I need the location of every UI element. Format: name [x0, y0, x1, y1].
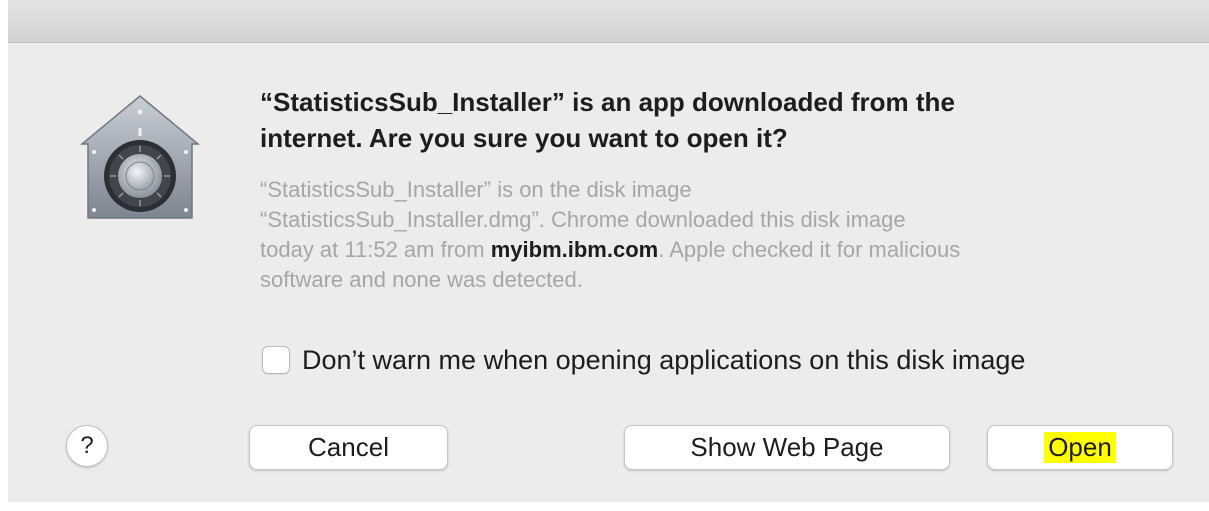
dialog-window: “StatisticsSub_Installer” is an app down…	[8, 0, 1209, 511]
help-button[interactable]: ?	[66, 425, 108, 467]
dialog-message: “StatisticsSub_Installer” is on the disk…	[260, 175, 1180, 295]
message-line-1: “StatisticsSub_Installer” is on the disk…	[260, 177, 692, 202]
help-icon: ?	[80, 432, 94, 459]
message-line-4: software and none was detected.	[260, 267, 583, 292]
cancel-button[interactable]: Cancel	[249, 425, 448, 470]
message-line-3-suffix: . Apple checked it for malicious	[658, 237, 961, 262]
message-line-3-prefix: today at 11:52 am from	[260, 237, 491, 262]
headline-line-1: “StatisticsSub_Installer” is an app down…	[260, 87, 955, 117]
show-web-page-button-label: Show Web Page	[690, 432, 884, 462]
dont-warn-option[interactable]: Don’t warn me when opening applications …	[262, 343, 1025, 377]
message-line-3: today at 11:52 am from myibm.ibm.com. Ap…	[260, 235, 1180, 265]
open-button[interactable]: Open	[987, 425, 1173, 470]
show-web-page-button[interactable]: Show Web Page	[624, 425, 950, 470]
headline-line-2: internet. Are you sure you want to open …	[260, 123, 788, 153]
gatekeeper-vault-icon	[79, 95, 201, 219]
dialog-headline: “StatisticsSub_Installer” is an app down…	[260, 84, 1160, 156]
title-bar	[8, 0, 1209, 43]
dont-warn-label[interactable]: Don’t warn me when opening applications …	[302, 345, 1025, 376]
window-bottom-edge	[8, 502, 1209, 511]
message-line-2: “StatisticsSub_Installer.dmg”. Chrome do…	[260, 207, 906, 232]
dont-warn-checkbox[interactable]	[262, 346, 290, 374]
open-button-label: Open	[1044, 432, 1116, 463]
cancel-button-label: Cancel	[308, 432, 389, 462]
source-domain: myibm.ibm.com	[490, 237, 659, 262]
